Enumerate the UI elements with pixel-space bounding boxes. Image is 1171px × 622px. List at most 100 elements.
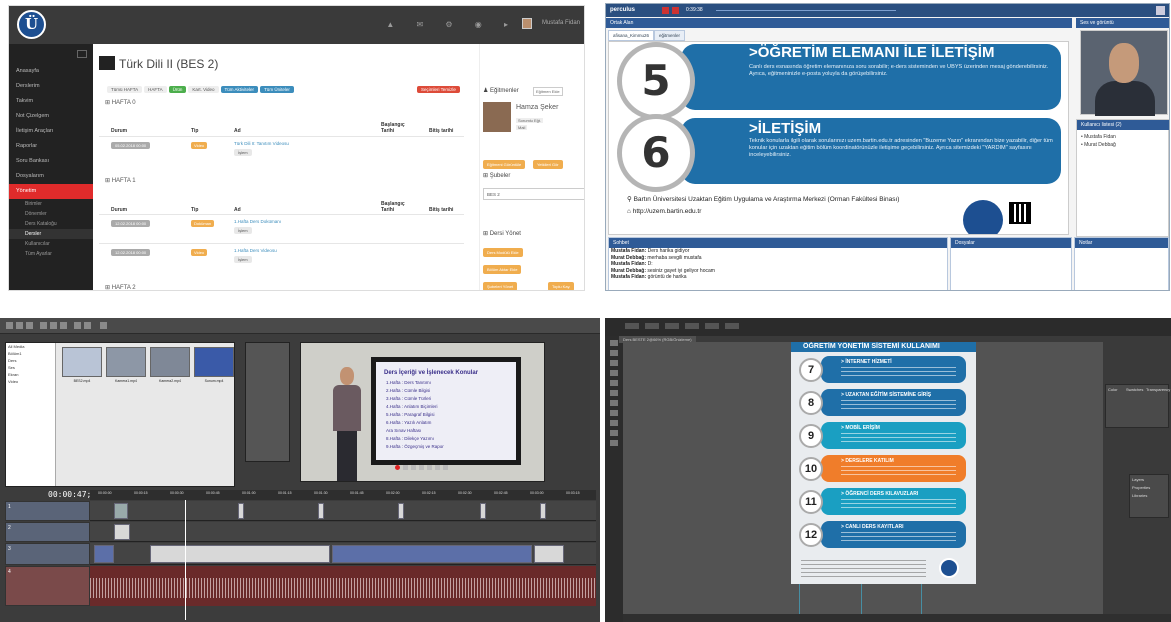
color-panel[interactable]: Color Swatches Transparency	[1105, 384, 1170, 428]
record-icon[interactable]	[395, 465, 400, 470]
week-filter[interactable]: Tümü HAFTA	[107, 86, 143, 93]
video-clip[interactable]	[114, 524, 130, 540]
tree-item[interactable]: Ders	[6, 357, 55, 364]
tree-item[interactable]: Bölüm1	[6, 350, 55, 357]
copy-icon[interactable]	[50, 322, 57, 329]
item-link[interactable]: Türk Dili II: Tanıtım Videosu	[234, 141, 289, 146]
sidebar-sub-courses[interactable]: Dersler	[9, 229, 93, 239]
university-logo[interactable]: Ü	[17, 10, 46, 39]
activities-filter[interactable]: Tüm Aktiviteler	[220, 86, 259, 93]
sidebar-item-files[interactable]: Dosyalarım	[9, 169, 93, 184]
menu-item[interactable]	[645, 323, 659, 329]
track-header[interactable]: 1	[5, 501, 90, 521]
bulk-enroll-button[interactable]: Toplu Kay.	[548, 282, 575, 290]
tree-item[interactable]: Ekran	[6, 371, 55, 378]
menu-item[interactable]	[705, 323, 719, 329]
sidebar-sub-users[interactable]: Kullanıcılar	[9, 239, 93, 249]
view-permissions-button[interactable]: Yetkileri Gör	[533, 160, 563, 169]
artboard-canvas[interactable]: ÖĞRETİM YÖNETİM SİSTEMİ KULLANIMI > İNTE…	[623, 342, 1103, 622]
undo-icon[interactable]	[74, 322, 81, 329]
week-header[interactable]: ⊞ HAFTA 2	[105, 284, 136, 290]
prev-frame-icon[interactable]	[435, 465, 440, 470]
menu-item[interactable]	[725, 323, 739, 329]
tree-item[interactable]: All Media	[6, 343, 55, 350]
transfer-section-button[interactable]: Bölüm Aktar Ekle	[483, 265, 522, 274]
tab-instructors[interactable]: eğitmenler	[654, 30, 686, 41]
add-instructor-button[interactable]: Eğitmen Ekle	[533, 87, 563, 96]
playhead-cursor[interactable]	[185, 500, 186, 620]
save-icon[interactable]	[26, 322, 33, 329]
table-row[interactable]: 12.02.2018 00:00 Doküman 1.Hafta Ders Do…	[99, 214, 464, 236]
panel-tab[interactable]: Transparency	[1146, 387, 1170, 392]
list-item[interactable]: • Murat Debbağ	[1081, 142, 1116, 148]
week-header[interactable]: ⊞ HAFTA 1	[105, 177, 136, 184]
panel-tab[interactable]: Properties	[1132, 485, 1150, 490]
layers-panel[interactable]: Layers Properties Libraries	[1129, 474, 1169, 518]
timeline-ruler[interactable]: 00:00:00 00:00:15 00:00:30 00:00:45 00:0…	[90, 490, 596, 500]
sidebar-item-admin[interactable]: Yönetim	[9, 184, 93, 199]
open-icon[interactable]	[16, 322, 23, 329]
sidebar-item-courses[interactable]: Derslerim	[9, 79, 93, 94]
mail-badge[interactable]: Mail	[516, 125, 528, 130]
panel-tab[interactable]: Swatches	[1126, 387, 1143, 392]
track-header[interactable]: 3	[5, 543, 90, 565]
panel-tab[interactable]: Libraries	[1132, 493, 1147, 498]
sidebar-sub-settings[interactable]: Tüm Ayarlar	[9, 249, 93, 259]
sidebar-sub-units[interactable]: Birimler	[9, 199, 93, 209]
ops-dropdown[interactable]: İşlem	[234, 227, 252, 234]
zoom-tool-icon[interactable]	[610, 440, 618, 446]
ops-dropdown[interactable]: İşlem	[234, 256, 252, 263]
track-header[interactable]: 2	[5, 522, 90, 542]
video-clip[interactable]	[150, 545, 330, 563]
media-thumbnail[interactable]	[106, 347, 146, 377]
video-clip[interactable]	[534, 545, 564, 563]
tree-item[interactable]: Ses	[6, 364, 55, 371]
manage-branches-button[interactable]: Şubeleri Yönet	[483, 282, 518, 290]
media-thumbnail[interactable]	[150, 347, 190, 377]
cut-icon[interactable]	[40, 322, 47, 329]
new-icon[interactable]	[6, 322, 13, 329]
user-name[interactable]: Mustafa Fidan	[542, 20, 580, 26]
redo-icon[interactable]	[84, 322, 91, 329]
topbar-icons[interactable]: ▲ ✉ ⚙ ◉ ▸	[386, 20, 518, 29]
panel-tab[interactable]: Layers	[1132, 477, 1144, 482]
sidebar-sub-catalog[interactable]: Ders Kataloğu	[9, 219, 93, 229]
week-filter-2[interactable]: HAFTA	[144, 86, 167, 93]
type-filter[interactable]: Kart. Video	[188, 86, 219, 93]
video-clip[interactable]	[114, 503, 128, 519]
video-clip[interactable]	[480, 503, 486, 519]
ops-dropdown[interactable]: İşlem	[234, 149, 252, 156]
selection-tool-icon[interactable]	[610, 340, 618, 346]
record-icon[interactable]	[672, 7, 679, 14]
shape-tool-icon[interactable]	[610, 380, 618, 386]
menu-item[interactable]	[625, 323, 639, 329]
active-filter[interactable]: Ürün	[168, 86, 187, 93]
direct-select-tool-icon[interactable]	[610, 350, 618, 356]
hand-tool-icon[interactable]	[610, 430, 618, 436]
sidebar-sub-terms[interactable]: Dönemler	[9, 209, 93, 219]
tab-document[interactable]: afisana_Kimmu26	[608, 30, 655, 41]
view-instructor-button[interactable]: Eğitmeni Görüntüle	[483, 160, 526, 169]
brush-tool-icon[interactable]	[610, 390, 618, 396]
render-icon[interactable]	[100, 322, 107, 329]
track-header[interactable]: 4	[5, 566, 90, 606]
sidebar-item-reports[interactable]: Raporlar	[9, 139, 93, 154]
add-module-button[interactable]: Ders Modülü Ekle	[483, 248, 523, 257]
branch-select[interactable]: BES 2	[483, 188, 584, 200]
menu-toggle-icon[interactable]	[77, 50, 87, 58]
video-clip[interactable]	[94, 545, 114, 563]
list-item[interactable]: • Mustafa Fidan	[1081, 134, 1116, 140]
item-link[interactable]: 1.Hafta Ders Videosu	[234, 248, 277, 253]
video-clip[interactable]	[318, 503, 324, 519]
tree-item[interactable]: Video	[6, 378, 55, 385]
sidebar-item-home[interactable]: Anasayfa	[9, 64, 93, 79]
table-row[interactable]: 12.02.2018 00:00 Video 1.Hafta Ders Vide…	[99, 243, 464, 265]
play-icon[interactable]	[411, 465, 416, 470]
table-row[interactable]: 05.02.2018 00:00 Video Türk Dili II: Tan…	[99, 136, 464, 158]
menu-item[interactable]	[665, 323, 679, 329]
pause-icon[interactable]	[662, 7, 669, 14]
item-link[interactable]: 1.Hafta Ders Dokümanı	[234, 219, 281, 224]
menu-item[interactable]	[685, 323, 699, 329]
media-thumbnail[interactable]	[194, 347, 234, 377]
audio-track[interactable]	[90, 566, 596, 606]
